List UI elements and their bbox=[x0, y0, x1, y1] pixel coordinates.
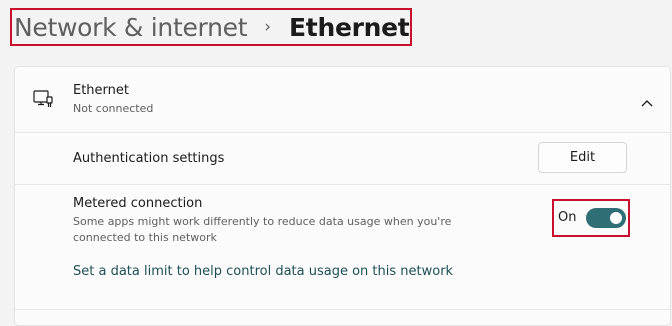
authentication-row: Authentication settings Edit bbox=[15, 133, 670, 185]
metered-toggle[interactable] bbox=[586, 208, 626, 228]
ethernet-title: Ethernet bbox=[73, 83, 129, 98]
toggle-knob bbox=[610, 212, 622, 224]
breadcrumb-parent[interactable]: Network & internet bbox=[14, 13, 248, 42]
ethernet-header[interactable]: Ethernet Not connected bbox=[15, 67, 670, 133]
edit-button[interactable]: Edit bbox=[538, 142, 627, 173]
divider bbox=[15, 309, 670, 310]
ethernet-card: Ethernet Not connected Authentication se… bbox=[14, 66, 671, 326]
metered-connection-title: Metered connection bbox=[73, 196, 203, 211]
metered-toggle-highlight: On bbox=[552, 199, 630, 237]
ethernet-status: Not connected bbox=[73, 102, 154, 115]
breadcrumb-separator-icon: › bbox=[264, 17, 272, 37]
breadcrumb: Network & internet › Ethernet bbox=[10, 8, 412, 46]
toggle-state-label: On bbox=[558, 210, 577, 225]
authentication-label: Authentication settings bbox=[73, 151, 225, 166]
metered-connection-description: Some apps might work differently to redu… bbox=[73, 215, 452, 244]
chevron-up-icon[interactable] bbox=[640, 93, 654, 107]
page-title: Ethernet bbox=[289, 12, 410, 42]
ethernet-icon bbox=[33, 89, 53, 109]
data-limit-link[interactable]: Set a data limit to help control data us… bbox=[73, 264, 453, 279]
